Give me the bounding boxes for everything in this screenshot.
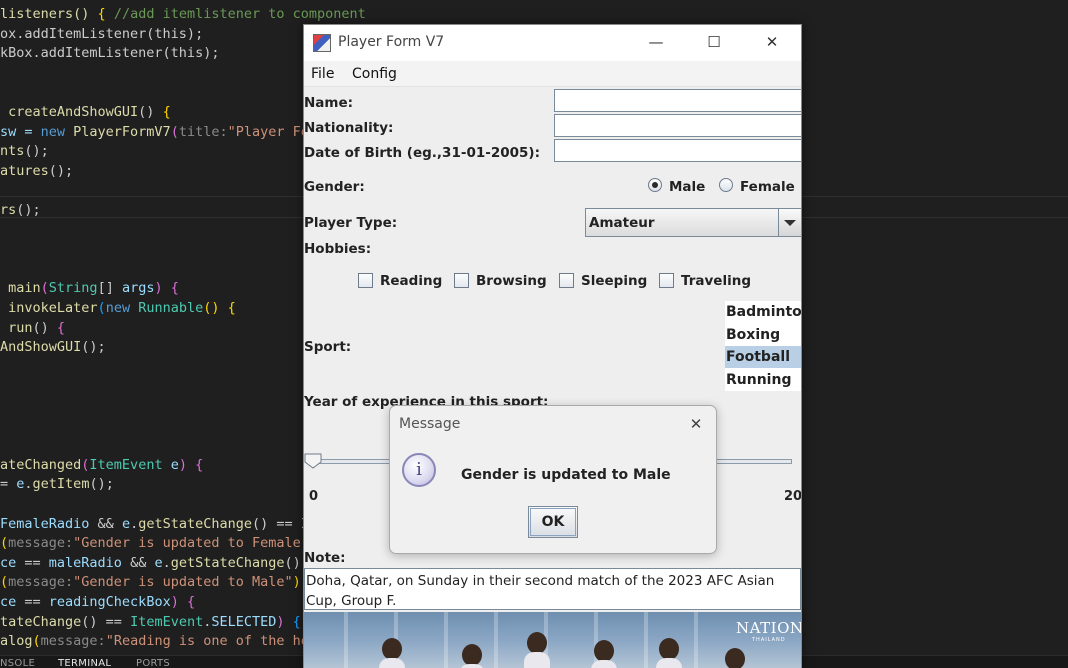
sleeping-checkbox[interactable] bbox=[559, 273, 574, 288]
code-line: FemaleRadio && e.getStateChange() == It bbox=[0, 515, 318, 532]
traveling-checkbox-label[interactable]: Traveling bbox=[681, 273, 751, 289]
minimize-button[interactable]: — bbox=[633, 25, 679, 59]
menu-file[interactable]: File bbox=[311, 66, 334, 82]
menu-config[interactable]: Config bbox=[352, 66, 397, 82]
code-line: ce == readingCheckBox) { bbox=[0, 594, 196, 610]
reading-checkbox[interactable] bbox=[358, 273, 373, 288]
nation-logo: NATION bbox=[736, 619, 801, 637]
code-line: kBox.addItemListener(this); bbox=[0, 45, 220, 62]
code-line: alog(message:"Reading is one of the hob bbox=[0, 633, 318, 650]
gender-label: Gender: bbox=[304, 179, 365, 195]
code-line: ateChanged(ItemEvent e) { bbox=[0, 456, 204, 473]
code-line: AndShowGUI(); bbox=[0, 339, 106, 356]
dialog-message: Gender is updated to Male bbox=[461, 467, 671, 483]
male-radio-label[interactable]: Male bbox=[669, 179, 705, 195]
code-line: (message:"Gender is updated to Male"); bbox=[0, 574, 309, 591]
sport-list[interactable]: Badminton Boxing Football Running bbox=[725, 301, 801, 391]
note-label: Note: bbox=[304, 550, 346, 566]
tab-ports[interactable]: PORTS bbox=[136, 658, 170, 668]
sport-label: Sport: bbox=[304, 339, 352, 355]
code-line: atures(); bbox=[0, 162, 74, 179]
message-dialog: Message ✕ i Gender is updated to Male OK bbox=[389, 405, 717, 554]
nationality-field[interactable] bbox=[554, 114, 801, 137]
code-line: sw = new PlayerFormV7(title:"Player Fo bbox=[0, 123, 309, 140]
code-line: = e.getItem(); bbox=[0, 476, 114, 493]
code-line: ox.addItemListener(this); bbox=[0, 25, 204, 42]
player-type-value: Amateur bbox=[589, 215, 655, 231]
info-icon: i bbox=[402, 453, 436, 487]
sport-item-boxing[interactable]: Boxing bbox=[725, 324, 801, 346]
dialog-close-button[interactable]: ✕ bbox=[681, 410, 711, 438]
reading-checkbox-label[interactable]: Reading bbox=[380, 273, 442, 289]
code-line: listeners() { //add itemlistener to comp… bbox=[0, 6, 366, 22]
code-line: nts(); bbox=[0, 143, 49, 160]
java-app-icon bbox=[313, 34, 331, 52]
sleeping-checkbox-label[interactable]: Sleeping bbox=[581, 273, 647, 289]
tab-console[interactable]: NSOLE bbox=[0, 658, 35, 668]
nation-logo-sub: THAILAND bbox=[752, 637, 786, 643]
browsing-checkbox-label[interactable]: Browsing bbox=[476, 273, 547, 289]
tab-terminal[interactable]: TERMINAL bbox=[58, 658, 111, 668]
browsing-checkbox[interactable] bbox=[454, 273, 469, 288]
hobbies-label: Hobbies: bbox=[304, 241, 372, 257]
menu-bar: File Config bbox=[304, 61, 801, 87]
ok-button[interactable]: OK bbox=[528, 506, 578, 538]
name-label: Name: bbox=[304, 95, 354, 111]
traveling-checkbox[interactable] bbox=[659, 273, 674, 288]
code-line: ce == maleRadio && e.getStateChange() bbox=[0, 554, 301, 571]
code-line: main(String[] args) { bbox=[0, 280, 179, 297]
name-field[interactable] bbox=[554, 89, 801, 112]
window-title: Player Form V7 bbox=[338, 34, 445, 50]
code-line: run() { bbox=[0, 319, 66, 336]
sport-item-running[interactable]: Running bbox=[725, 369, 801, 391]
code-line: tateChange() == ItemEvent.SELECTED) { bbox=[0, 613, 301, 630]
dropdown-arrow-icon[interactable] bbox=[778, 209, 801, 236]
player-form-window: Player Form V7 — ☐ ✕ File Config Name: N… bbox=[303, 24, 802, 668]
player-type-combobox[interactable]: Amateur bbox=[585, 208, 801, 237]
dialog-title: Message bbox=[399, 416, 461, 432]
dob-label: Date of Birth (eg.,31-01-2005): bbox=[304, 145, 540, 161]
experience-slider-thumb[interactable] bbox=[304, 453, 322, 469]
sport-item-badminton[interactable]: Badminton bbox=[725, 301, 801, 323]
window-titlebar[interactable]: Player Form V7 — ☐ ✕ bbox=[304, 25, 801, 61]
sport-item-football[interactable]: Football bbox=[725, 346, 801, 368]
female-radio[interactable] bbox=[719, 178, 733, 192]
code-line: (message:"Gender is updated to Female") bbox=[0, 535, 317, 552]
team-photo: NATION THAILAND bbox=[304, 612, 801, 668]
slider-max-label: 20 bbox=[784, 489, 802, 504]
male-radio[interactable] bbox=[648, 178, 662, 192]
code-line: createAndShowGUI() { bbox=[0, 104, 171, 120]
code-line: invokeLater(new Runnable() { bbox=[0, 300, 236, 316]
close-button[interactable]: ✕ bbox=[749, 25, 795, 59]
maximize-button[interactable]: ☐ bbox=[691, 25, 737, 59]
nationality-label: Nationality: bbox=[304, 120, 394, 136]
slider-min-label: 0 bbox=[309, 489, 319, 504]
female-radio-label[interactable]: Female bbox=[740, 179, 795, 195]
note-textarea[interactable]: Doha, Qatar, on Sunday in their second m… bbox=[304, 568, 801, 610]
dob-field[interactable] bbox=[554, 139, 801, 162]
code-line: rs(); bbox=[0, 202, 41, 218]
player-type-label: Player Type: bbox=[304, 215, 398, 231]
